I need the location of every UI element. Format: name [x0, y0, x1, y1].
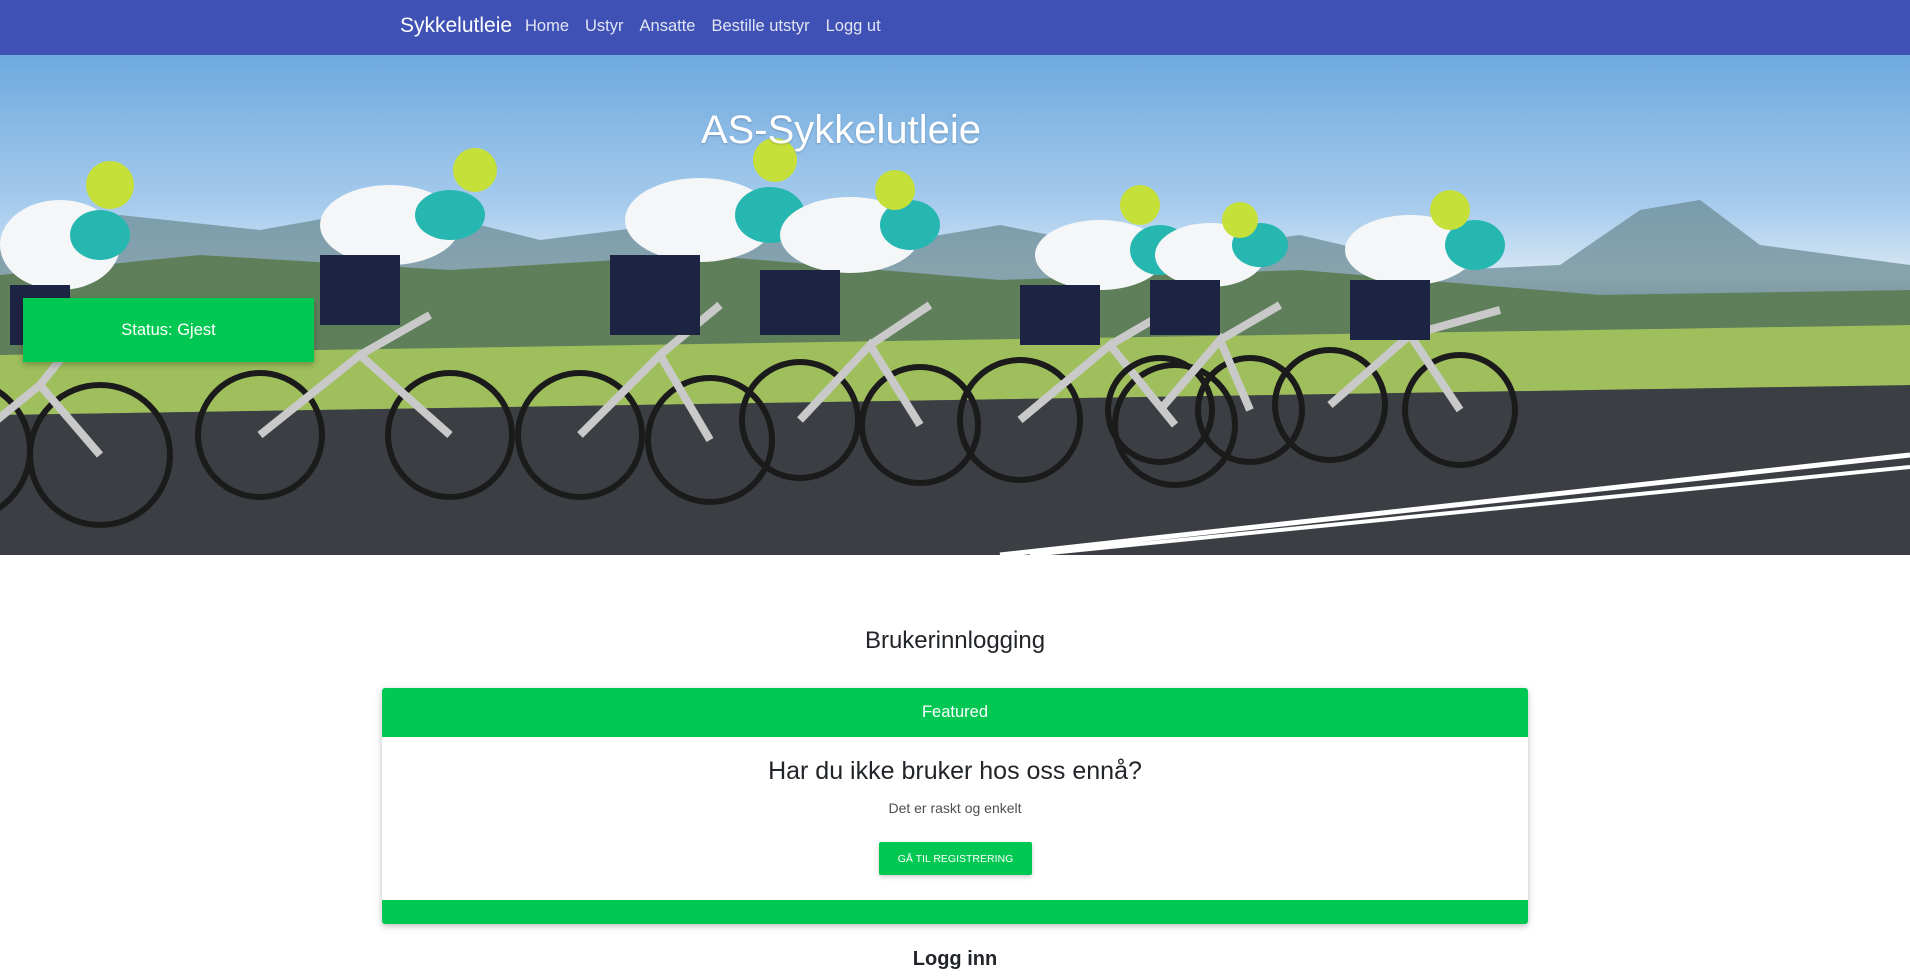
- card-footer: [382, 900, 1528, 924]
- status-badge: Status: Gjest: [23, 298, 314, 362]
- nav-links: Home Ustyr Ansatte Bestille utstyr Logg …: [525, 17, 881, 36]
- go-to-registration-button[interactable]: Gå til registrering: [879, 842, 1032, 875]
- card-header: Featured: [382, 688, 1528, 737]
- card-title: Har du ikke bruker hos oss ennå?: [768, 757, 1142, 785]
- top-navbar: Sykkelutleie Home Ustyr Ansatte Bestille…: [0, 0, 1910, 55]
- nav-link-logg-ut[interactable]: Logg ut: [826, 17, 881, 36]
- nav-link-ansatte[interactable]: Ansatte: [640, 17, 696, 36]
- register-card: Featured Har du ikke bruker hos oss ennå…: [382, 688, 1528, 924]
- nav-link-home[interactable]: Home: [525, 17, 569, 36]
- login-heading: Logg inn: [912, 948, 998, 970]
- page-title: Brukerinnlogging: [864, 627, 1046, 654]
- hero-title: AS-Sykkelutleie: [700, 108, 982, 152]
- card-text: Det er raskt og enkelt: [888, 800, 1022, 816]
- brand-link[interactable]: Sykkelutleie: [400, 14, 512, 38]
- hero-banner: AS-Sykkelutleie Status: Gjest: [0, 55, 1910, 555]
- nav-link-ustyr[interactable]: Ustyr: [585, 17, 624, 36]
- nav-link-bestille-utstyr[interactable]: Bestille utstyr: [711, 17, 809, 36]
